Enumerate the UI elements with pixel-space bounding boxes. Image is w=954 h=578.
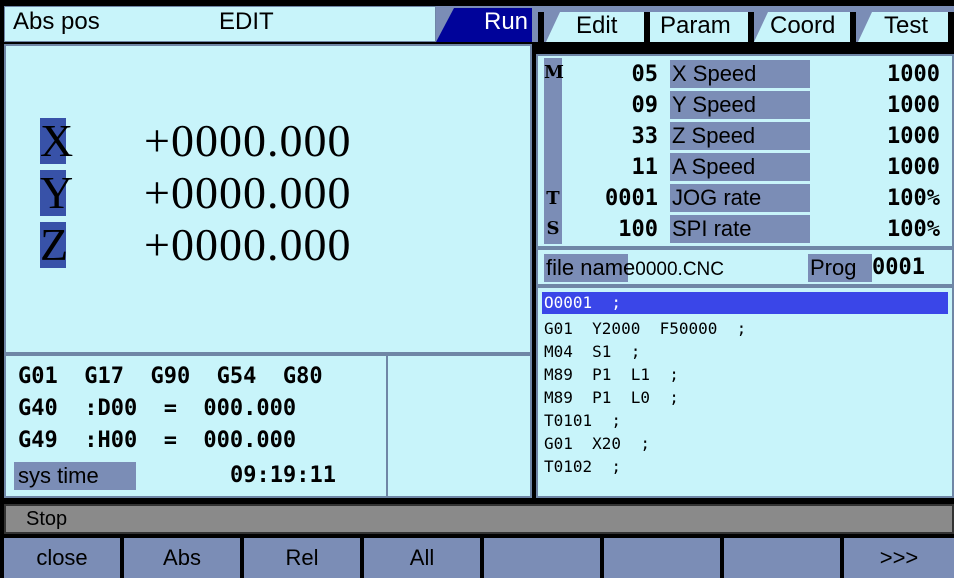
machine-state-label: EDIT: [219, 8, 274, 35]
softkey-abs[interactable]: Abs: [124, 538, 240, 578]
spi-rate-label: SPI rate: [670, 215, 810, 243]
program-line[interactable]: G01 Y2000 F50000 ;: [544, 318, 746, 340]
axis-label-z: Z: [40, 219, 69, 270]
a-speed-value: 1000: [887, 155, 940, 180]
tab-separator: [748, 12, 754, 42]
program-line-current[interactable]: O0001 ;: [542, 292, 948, 314]
tab-edit[interactable]: Edit: [546, 12, 644, 42]
m-code-value: 05: [631, 62, 659, 87]
m-code-value: 09: [631, 93, 659, 118]
tab-separator: [948, 12, 954, 42]
cnc-screen: Abs pos EDIT Run Edit Param Coord Test X…: [0, 0, 954, 578]
tab-coord[interactable]: Coord: [754, 12, 850, 42]
tool-length-offset: G49 :H00 = 000.000: [18, 428, 297, 453]
jog-rate-value: 100%: [887, 186, 940, 211]
position-panel: X +0000.000 Y +0000.000 Z +0000.000: [4, 44, 532, 354]
m-code-letter: M: [544, 62, 564, 83]
t-code-value: 0001: [605, 186, 658, 211]
s-code-letter: S: [546, 218, 560, 239]
x-speed-value: 1000: [887, 62, 940, 87]
prog-number: 0001: [872, 255, 925, 280]
program-line[interactable]: T0102 ;: [544, 456, 621, 478]
softkey-next-page[interactable]: >>>: [844, 538, 954, 578]
speed-status-panel: M T S 05 09 33 11 0001 100 X Speed Y Spe…: [536, 54, 954, 248]
softkey-bar: close Abs Rel All >>>: [0, 538, 954, 578]
axis-label-y: Y: [40, 167, 74, 218]
tool-radius-offset: G40 :D00 = 000.000: [18, 396, 297, 421]
t-code-letter: T: [546, 188, 560, 209]
modal-gcode-panel: G01 G17 G90 G54 G80 G40 :D00 = 000.000 G…: [4, 354, 388, 498]
tab-separator: [850, 12, 856, 42]
status-text: Stop: [26, 508, 68, 530]
softkey-close[interactable]: close: [4, 538, 120, 578]
axis-value-x: +0000.000: [144, 115, 352, 166]
coordinate-mode-label: Abs pos: [13, 8, 100, 35]
file-name-value: 0000.CNC: [635, 259, 724, 280]
axis-label-x: X: [40, 115, 74, 166]
mst-column: [544, 58, 562, 244]
spi-rate-value: 100%: [887, 217, 940, 242]
jog-rate-label: JOG rate: [670, 184, 810, 212]
empty-info-panel: [388, 354, 532, 498]
tab-bar: Run Edit Param Coord Test: [436, 6, 954, 42]
program-line[interactable]: M89 P1 L1 ;: [544, 364, 679, 386]
tab-run[interactable]: Run: [436, 8, 532, 42]
program-line[interactable]: M89 P1 L0 ;: [544, 387, 679, 409]
program-line[interactable]: T0101 ;: [544, 410, 621, 432]
tab-separator: [644, 12, 650, 42]
program-listing[interactable]: O0001 ; G01 Y2000 F50000 ; M04 S1 ; M89 …: [536, 286, 954, 498]
file-name-label: file name: [546, 255, 636, 280]
softkey-rel[interactable]: Rel: [244, 538, 360, 578]
softkey-blank-7[interactable]: [724, 538, 840, 578]
sys-time-label: sys time: [14, 462, 136, 490]
modal-gcodes: G01 G17 G90 G54 G80: [18, 364, 323, 389]
file-info-panel: file name0000.CNC Prog 0001: [536, 248, 954, 286]
tab-separator: [538, 12, 544, 42]
softkey-all[interactable]: All: [364, 538, 480, 578]
z-speed-label: Z Speed: [670, 122, 810, 150]
program-line[interactable]: M04 S1 ;: [544, 341, 640, 363]
file-name-row: file name0000.CNC: [546, 254, 724, 284]
s-code-value: 100: [618, 217, 658, 242]
softkey-blank-5[interactable]: [484, 538, 600, 578]
sys-time-value: 09:19:11: [230, 463, 336, 488]
z-speed-value: 1000: [887, 124, 940, 149]
y-speed-label: Y Speed: [670, 91, 810, 119]
status-bar: Stop: [4, 504, 954, 534]
a-speed-label: A Speed: [670, 153, 810, 181]
axis-value-y: +0000.000: [144, 167, 352, 218]
x-speed-label: X Speed: [670, 60, 810, 88]
m-code-value: 33: [631, 124, 659, 149]
mode-header: Abs pos EDIT: [4, 6, 436, 42]
m-code-value: 11: [631, 155, 659, 180]
y-speed-value: 1000: [887, 93, 940, 118]
softkey-blank-6[interactable]: [604, 538, 720, 578]
top-bar: Abs pos EDIT Run Edit Param Coord Test: [0, 0, 954, 42]
program-line[interactable]: G01 X20 ;: [544, 433, 650, 455]
tab-test[interactable]: Test: [858, 12, 950, 42]
tab-param[interactable]: Param: [650, 12, 750, 42]
prog-label: Prog: [808, 254, 872, 282]
axis-value-z: +0000.000: [144, 219, 352, 270]
